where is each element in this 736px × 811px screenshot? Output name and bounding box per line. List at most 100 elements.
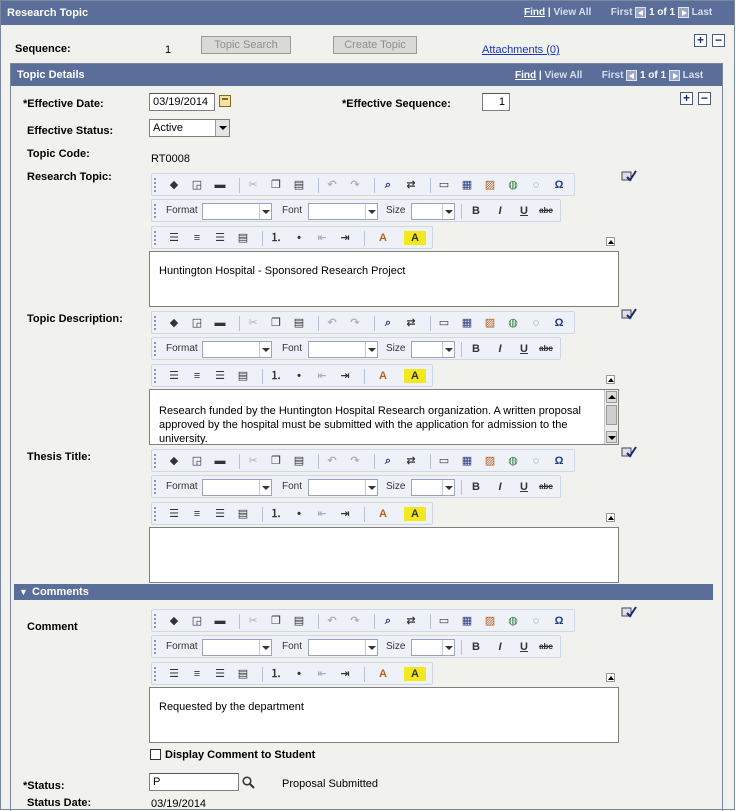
print-icon[interactable]: ▬ xyxy=(212,614,228,628)
comment-textarea[interactable]: Requested by the department xyxy=(149,687,619,743)
table-icon[interactable]: ▦ xyxy=(459,454,475,468)
cut-icon[interactable]: ✂ xyxy=(245,178,261,192)
outdent-icon[interactable]: ⇤ xyxy=(314,231,330,245)
paste-icon[interactable]: ▤ xyxy=(291,178,307,192)
font-color-icon[interactable]: A xyxy=(370,231,396,245)
comments-header[interactable]: ▼ Comments xyxy=(14,584,713,600)
add-row-button[interactable] xyxy=(694,34,707,47)
numbered-list-icon[interactable]: ⒈ xyxy=(268,507,284,521)
undo-icon[interactable]: ↶ xyxy=(324,614,340,628)
effective-date-input[interactable]: 03/19/2014 xyxy=(149,93,215,111)
preview-icon[interactable]: ◲ xyxy=(189,614,205,628)
source-icon[interactable]: ◆ xyxy=(166,178,182,192)
format-select[interactable] xyxy=(202,479,272,496)
spell-check-icon[interactable] xyxy=(621,445,637,459)
scroll-thumb[interactable] xyxy=(606,405,617,425)
bulleted-list-icon[interactable]: • xyxy=(291,507,307,521)
copy-icon[interactable]: ❐ xyxy=(268,316,284,330)
toolbar-grip-icon[interactable] xyxy=(154,369,156,383)
outdent-icon[interactable]: ⇤ xyxy=(314,667,330,681)
details-delete-row-button[interactable] xyxy=(698,92,711,105)
italic-button[interactable]: I xyxy=(492,204,508,218)
size-select[interactable] xyxy=(411,203,455,220)
image-icon[interactable]: ▨ xyxy=(482,454,498,468)
font-color-icon[interactable]: A xyxy=(370,507,396,521)
source-icon[interactable]: ◆ xyxy=(166,614,182,628)
font-color-icon[interactable]: A xyxy=(370,369,396,383)
unlink-icon[interactable]: ◌ xyxy=(528,454,544,468)
resize-editor-icon[interactable] xyxy=(606,513,615,522)
numbered-list-icon[interactable]: ⒈ xyxy=(268,667,284,681)
toolbar-grip-icon[interactable] xyxy=(154,454,156,468)
indent-icon[interactable]: ⇥ xyxy=(337,667,353,681)
replace-icon[interactable]: ⇄ xyxy=(403,178,419,192)
font-select[interactable] xyxy=(308,203,378,220)
bulleted-list-icon[interactable]: • xyxy=(291,667,307,681)
bold-button[interactable]: B xyxy=(468,640,484,654)
indent-icon[interactable]: ⇥ xyxy=(337,369,353,383)
table-icon[interactable]: ▦ xyxy=(459,316,475,330)
paste-icon[interactable]: ▤ xyxy=(291,614,307,628)
preview-icon[interactable]: ◲ xyxy=(189,178,205,192)
copy-icon[interactable]: ❐ xyxy=(268,178,284,192)
size-select[interactable] xyxy=(411,639,455,656)
spell-check-icon[interactable] xyxy=(621,307,637,321)
special-char-icon[interactable]: Ω xyxy=(551,614,567,628)
toolbar-grip-icon[interactable] xyxy=(154,667,156,681)
bold-button[interactable]: B xyxy=(468,480,484,494)
toolbar-grip-icon[interactable] xyxy=(154,480,156,494)
format-select[interactable] xyxy=(202,639,272,656)
background-color-icon[interactable]: A xyxy=(404,231,426,245)
align-center-icon[interactable]: ≡ xyxy=(189,667,205,681)
spell-check-icon[interactable] xyxy=(621,169,637,183)
background-color-icon[interactable]: A xyxy=(404,369,426,383)
next-row-icon[interactable] xyxy=(677,7,689,18)
preview-icon[interactable]: ◲ xyxy=(189,316,205,330)
details-next-icon[interactable] xyxy=(668,70,680,81)
strikethrough-button[interactable]: abc xyxy=(538,342,554,356)
toolbar-grip-icon[interactable] xyxy=(154,507,156,521)
special-char-icon[interactable]: Ω xyxy=(551,316,567,330)
justify-icon[interactable]: ▤ xyxy=(235,369,251,383)
link-icon[interactable]: ◍ xyxy=(505,178,521,192)
align-center-icon[interactable]: ≡ xyxy=(189,369,205,383)
print-icon[interactable]: ▬ xyxy=(212,178,228,192)
italic-button[interactable]: I xyxy=(492,640,508,654)
details-view-all-link[interactable]: View All xyxy=(544,70,582,81)
justify-icon[interactable]: ▤ xyxy=(235,231,251,245)
numbered-list-icon[interactable]: ⒈ xyxy=(268,231,284,245)
scroll-up-icon[interactable] xyxy=(606,391,617,403)
horizontal-rule-icon[interactable]: ▭ xyxy=(436,178,452,192)
print-icon[interactable]: ▬ xyxy=(212,454,228,468)
bold-button[interactable]: B xyxy=(468,342,484,356)
link-icon[interactable]: ◍ xyxy=(505,316,521,330)
numbered-list-icon[interactable]: ⒈ xyxy=(268,369,284,383)
bulleted-list-icon[interactable]: • xyxy=(291,369,307,383)
find-link[interactable]: Find xyxy=(524,7,545,18)
cut-icon[interactable]: ✂ xyxy=(245,316,261,330)
unlink-icon[interactable]: ◌ xyxy=(528,614,544,628)
resize-editor-icon[interactable] xyxy=(606,237,615,246)
justify-icon[interactable]: ▤ xyxy=(235,507,251,521)
size-select[interactable] xyxy=(411,341,455,358)
toolbar-grip-icon[interactable] xyxy=(154,342,156,356)
horizontal-rule-icon[interactable]: ▭ xyxy=(436,316,452,330)
print-icon[interactable]: ▬ xyxy=(212,316,228,330)
image-icon[interactable]: ▨ xyxy=(482,614,498,628)
effective-sequence-input[interactable]: 1 xyxy=(482,93,510,111)
status-input[interactable]: P xyxy=(149,773,239,791)
align-left-icon[interactable]: ☰ xyxy=(166,369,182,383)
special-char-icon[interactable]: Ω xyxy=(551,454,567,468)
create-topic-button[interactable]: Create Topic xyxy=(333,36,417,54)
strikethrough-button[interactable]: abc xyxy=(538,204,554,218)
source-icon[interactable]: ◆ xyxy=(166,316,182,330)
format-select[interactable] xyxy=(202,341,272,358)
bold-button[interactable]: B xyxy=(468,204,484,218)
undo-icon[interactable]: ↶ xyxy=(324,316,340,330)
toolbar-grip-icon[interactable] xyxy=(154,640,156,654)
lookup-search-icon[interactable] xyxy=(242,776,255,789)
strikethrough-button[interactable]: abc xyxy=(538,480,554,494)
topic-search-button[interactable]: Topic Search xyxy=(201,36,291,54)
topic-description-textarea[interactable]: Research funded by the Huntington Hospit… xyxy=(149,389,619,445)
find-icon[interactable]: ⌕ xyxy=(380,178,396,192)
